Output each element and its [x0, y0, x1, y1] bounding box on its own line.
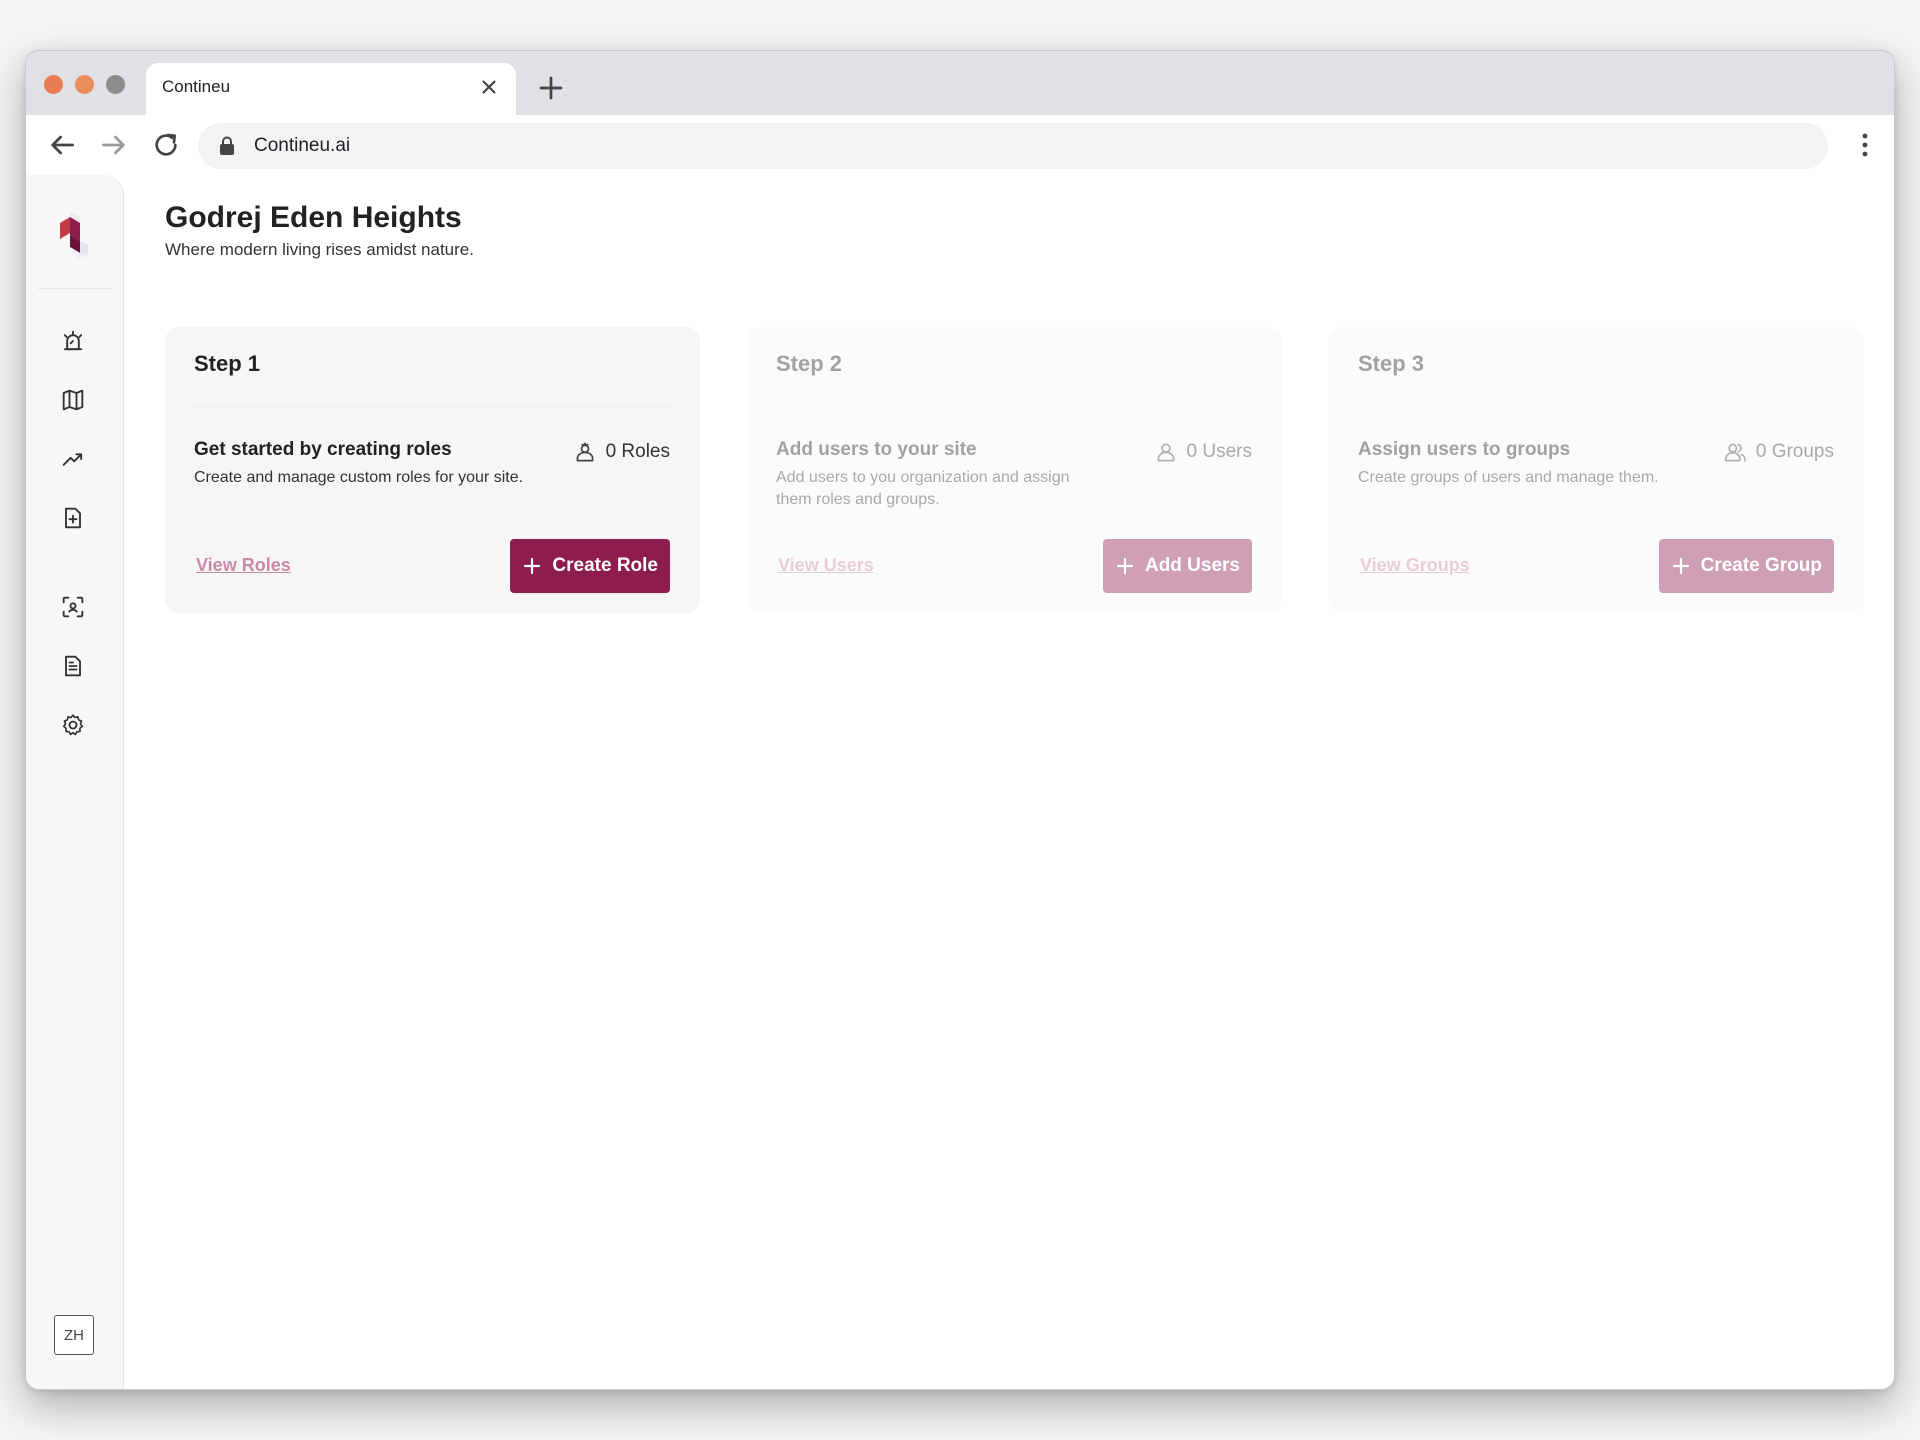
- create-role-button[interactable]: Create Role: [510, 539, 670, 593]
- back-arrow-icon[interactable]: [46, 129, 78, 161]
- alarm-icon[interactable]: [59, 327, 87, 355]
- card-divider: [776, 406, 1254, 407]
- user-icon: [1157, 443, 1174, 462]
- new-tab-icon[interactable]: [536, 73, 566, 103]
- users-count: 0 Users: [1153, 439, 1252, 465]
- groups-count: 0 Groups: [1722, 439, 1834, 465]
- roles-count-text: 0 Roles: [605, 441, 670, 462]
- sidebar-divider: [38, 288, 112, 289]
- page-subtitle: Where modern living rises amidst nature.: [165, 240, 474, 259]
- step-heading: Get started by creating roles: [194, 439, 452, 460]
- minimize-window-button[interactable]: [75, 75, 94, 94]
- view-groups-link[interactable]: View Groups: [1360, 555, 1470, 576]
- reload-icon[interactable]: [150, 129, 182, 161]
- step-description: Add users to you organization and assign…: [776, 469, 1070, 508]
- address-bar[interactable]: Contineu.ai: [198, 123, 1828, 169]
- map-icon[interactable]: [59, 386, 87, 414]
- file-plus-icon[interactable]: [59, 504, 87, 532]
- step-label: Step 1: [194, 351, 261, 376]
- groups-count-text: 0 Groups: [1755, 441, 1834, 462]
- window-controls: [44, 75, 125, 94]
- document-icon[interactable]: [59, 652, 87, 680]
- create-role-label: Create Role: [552, 555, 658, 576]
- create-group-button[interactable]: Create Group: [1658, 539, 1834, 593]
- tab-title: Contineu: [162, 77, 231, 96]
- view-roles-link[interactable]: View Roles: [196, 555, 291, 576]
- users-group-icon: [1724, 443, 1746, 462]
- forward-arrow-icon[interactable]: [98, 129, 130, 161]
- card-divider: [194, 406, 672, 407]
- add-users-button[interactable]: Add Users: [1102, 539, 1252, 593]
- step-description: Create groups of users and manage them.: [1358, 469, 1659, 486]
- step-heading: Add users to your site: [776, 439, 977, 460]
- step-card-groups: Step 3 Assign users to groups Create gro…: [1329, 327, 1864, 613]
- view-users-link[interactable]: View Users: [778, 555, 874, 576]
- step-card-users: Step 2 Add users to your site Add users …: [747, 327, 1282, 613]
- plus-icon: [1672, 557, 1689, 575]
- lock-icon: [220, 136, 234, 155]
- close-window-button[interactable]: [44, 75, 63, 94]
- plus-icon: [524, 557, 541, 575]
- more-vert-icon[interactable]: [1858, 129, 1872, 161]
- step-label: Step 3: [1358, 351, 1425, 376]
- maximize-window-button[interactable]: [106, 75, 125, 94]
- step-heading: Assign users to groups: [1358, 439, 1571, 460]
- plus-icon: [1116, 557, 1134, 575]
- language-switcher[interactable]: ZH: [54, 1315, 94, 1355]
- close-icon[interactable]: [476, 74, 502, 100]
- step-card-roles: Step 1 Get started by creating roles Cre…: [165, 327, 700, 613]
- contineu-logo[interactable]: [48, 207, 98, 263]
- page-title: Godrej Eden Heights: [165, 201, 462, 234]
- users-count-text: 0 Users: [1186, 441, 1252, 462]
- scan-icon[interactable]: [59, 593, 87, 621]
- sidebar: ZH: [26, 175, 124, 1389]
- settings-gear-icon[interactable]: [59, 711, 87, 739]
- roles-count: 0 Roles: [572, 439, 670, 465]
- browser-toolbar: Contineu.ai: [26, 115, 1894, 175]
- url-text: Contineu.ai: [254, 135, 351, 156]
- browser-tab[interactable]: Contineu: [146, 63, 516, 115]
- tab-strip: Contineu: [26, 51, 1894, 115]
- step-label: Step 2: [776, 351, 843, 376]
- add-users-label: Add Users: [1144, 555, 1240, 576]
- browser-window: Contineu Contineu.ai ZH Godrej Eden Heig…: [25, 50, 1895, 1390]
- create-group-label: Create Group: [1700, 555, 1822, 576]
- role-badge-icon: [576, 442, 594, 462]
- card-divider: [1358, 406, 1836, 407]
- trending-up-icon[interactable]: [59, 445, 87, 473]
- step-description: Create and manage custom roles for your …: [194, 469, 524, 486]
